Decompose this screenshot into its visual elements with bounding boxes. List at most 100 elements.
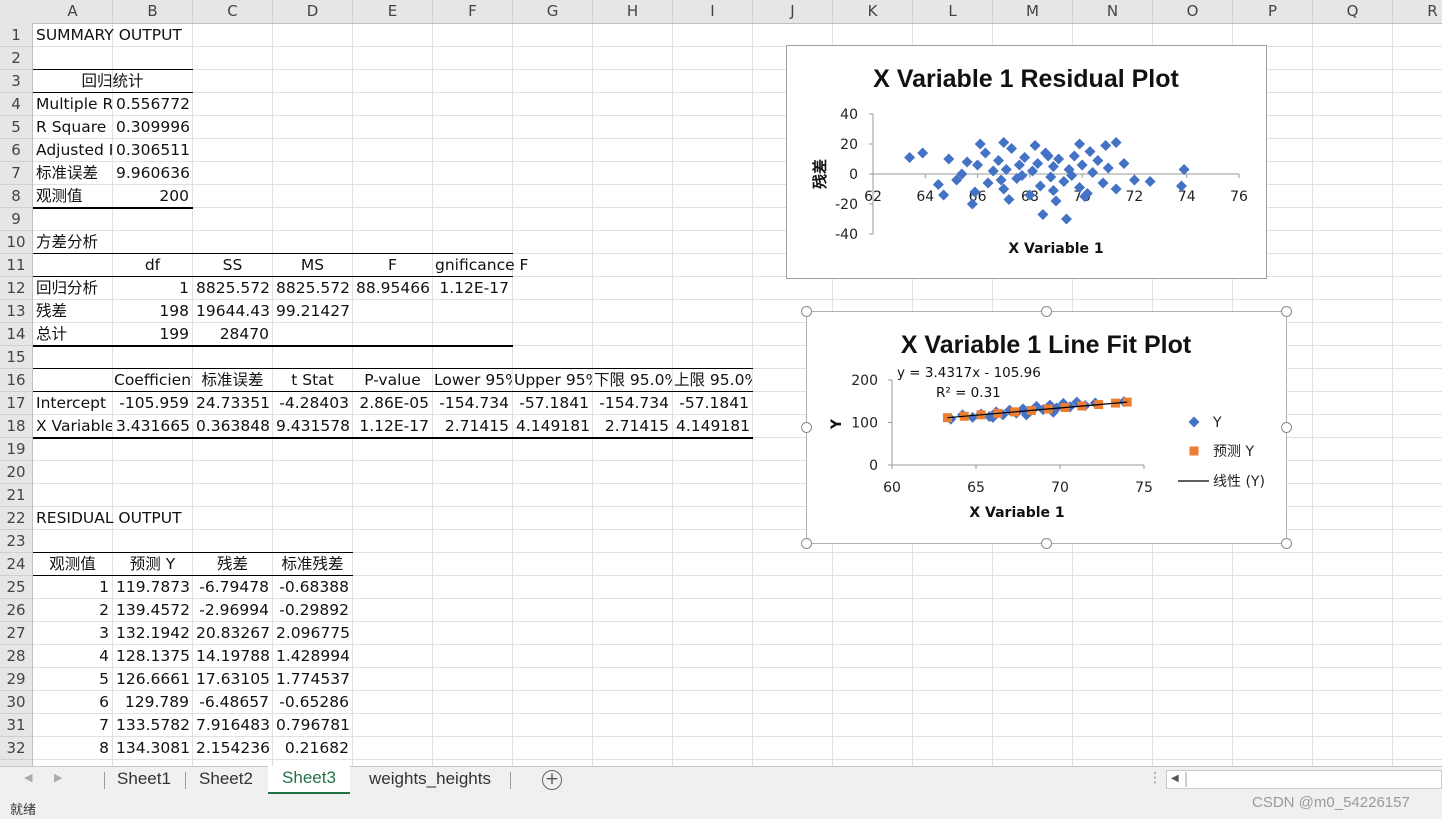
residual-value-cell[interactable]: -6.79478 bbox=[193, 576, 272, 599]
residual-value-cell[interactable]: 2.154236 bbox=[193, 737, 272, 760]
residual-value-cell[interactable]: 8 bbox=[33, 737, 112, 760]
residual-value-cell[interactable]: 6 bbox=[33, 691, 112, 714]
coefficient-header-cell[interactable]: 标准误差 bbox=[193, 369, 272, 392]
residual-value-cell[interactable]: -2.96994 bbox=[193, 599, 272, 622]
residual-value-cell[interactable]: 7 bbox=[33, 714, 112, 737]
tab-sheet3[interactable]: Sheet3 bbox=[268, 766, 350, 794]
residual-value-cell[interactable]: 14.19788 bbox=[193, 645, 272, 668]
resize-handle-top-middle[interactable] bbox=[1041, 306, 1052, 317]
coefficient-header-cell[interactable]: Coefficients bbox=[113, 369, 192, 392]
regression-stat-label[interactable]: Multiple R bbox=[33, 93, 112, 116]
anova-value-cell[interactable]: 8825.572 bbox=[193, 277, 272, 300]
residual-plot-chart[interactable]: X Variable 1 Residual Plot 40 20 0 -20 -40 62 6… bbox=[786, 45, 1267, 279]
residual-value-cell[interactable]: -6.48657 bbox=[193, 691, 272, 714]
row-header-27[interactable]: 27 bbox=[0, 622, 32, 645]
column-header-d[interactable]: D bbox=[273, 0, 353, 23]
coefficient-value-cell[interactable]: -154.734 bbox=[593, 392, 672, 415]
anova-header-cell[interactable]: SS bbox=[193, 254, 272, 277]
line-fit-plot-chart[interactable]: X Variable 1 Line Fit Plot 200 100 0 60 65 70 7… bbox=[806, 311, 1287, 544]
column-header-f[interactable]: F bbox=[433, 0, 513, 23]
tab-sheet2[interactable]: Sheet2 bbox=[187, 767, 265, 794]
row-header-29[interactable]: 29 bbox=[0, 668, 32, 691]
anova-value-cell[interactable]: 88.95466 bbox=[353, 277, 432, 300]
residual-value-cell[interactable]: 20.83267 bbox=[193, 622, 272, 645]
row-header-24[interactable]: 24 bbox=[0, 553, 32, 576]
row-header-7[interactable]: 7 bbox=[0, 162, 32, 185]
scroll-tabs-right-icon[interactable]: ▶ bbox=[54, 771, 62, 784]
residual-value-cell[interactable]: 128.1375 bbox=[113, 645, 192, 668]
column-header-m[interactable]: M bbox=[993, 0, 1073, 23]
coefficient-row-label[interactable]: X Variable 1 bbox=[33, 415, 112, 438]
tab-weights-heights[interactable]: weights_heights bbox=[352, 767, 508, 794]
residual-value-cell[interactable]: -0.65286 bbox=[273, 691, 352, 714]
resize-handle-middle-right[interactable] bbox=[1281, 422, 1292, 433]
coefficient-value-cell[interactable]: 4.149181 bbox=[673, 415, 752, 438]
column-header-r[interactable]: R bbox=[1393, 0, 1442, 23]
residual-header-cell[interactable]: 观测值 bbox=[33, 553, 112, 576]
column-header-o[interactable]: O bbox=[1153, 0, 1233, 23]
regression-stats-header-cell[interactable]: 回归统计 bbox=[33, 70, 192, 93]
summary-title-cell[interactable]: SUMMARY OUTPUT bbox=[33, 24, 272, 47]
regression-stat-label[interactable]: 观测值 bbox=[33, 185, 112, 208]
residual-value-cell[interactable]: 1.428994 bbox=[273, 645, 352, 668]
anova-header-cell[interactable]: gnificance F bbox=[433, 254, 528, 277]
row-header-13[interactable]: 13 bbox=[0, 300, 32, 323]
coefficient-header-cell[interactable]: P-value bbox=[353, 369, 432, 392]
regression-stat-label[interactable]: Adjusted R bbox=[33, 139, 112, 162]
row-header-32[interactable]: 32 bbox=[0, 737, 32, 760]
residual-value-cell[interactable]: 1 bbox=[33, 576, 112, 599]
column-header-n[interactable]: N bbox=[1073, 0, 1153, 23]
residual-value-cell[interactable]: 0.796781 bbox=[273, 714, 352, 737]
coefficient-value-cell[interactable]: -105.959 bbox=[113, 392, 192, 415]
column-header-h[interactable]: H bbox=[593, 0, 673, 23]
regression-stat-value[interactable]: 0.306511 bbox=[113, 139, 192, 162]
anova-row-label[interactable]: 残差 bbox=[33, 300, 112, 323]
column-header-i[interactable]: I bbox=[673, 0, 753, 23]
residual-value-cell[interactable]: 0.21682 bbox=[273, 737, 352, 760]
coefficient-row-label[interactable]: Intercept bbox=[33, 392, 112, 415]
anova-value-cell[interactable]: 1.12E-17 bbox=[433, 277, 512, 300]
residual-header-cell[interactable]: 标准残差 bbox=[273, 553, 352, 576]
row-header-26[interactable]: 26 bbox=[0, 599, 32, 622]
coefficient-header-cell[interactable]: t Stat bbox=[273, 369, 352, 392]
residual-value-cell[interactable]: 129.789 bbox=[113, 691, 192, 714]
anova-value-cell[interactable]: 198 bbox=[113, 300, 192, 323]
coefficient-value-cell[interactable]: 2.86E-05 bbox=[353, 392, 432, 415]
column-header-e[interactable]: E bbox=[353, 0, 433, 23]
row-header-20[interactable]: 20 bbox=[0, 461, 32, 484]
row-header-19[interactable]: 19 bbox=[0, 438, 32, 461]
coefficient-value-cell[interactable]: -57.1841 bbox=[513, 392, 592, 415]
anova-value-cell[interactable]: 8825.572 bbox=[273, 277, 352, 300]
row-header-6[interactable]: 6 bbox=[0, 139, 32, 162]
column-header-a[interactable]: A bbox=[33, 0, 113, 23]
coefficient-value-cell[interactable]: 9.431578 bbox=[273, 415, 352, 438]
tab-sheet1[interactable]: Sheet1 bbox=[106, 767, 182, 794]
row-header-1[interactable]: 1 bbox=[0, 24, 32, 47]
resize-handle-top-right[interactable] bbox=[1281, 306, 1292, 317]
residual-header-cell[interactable]: 预测 Y bbox=[113, 553, 192, 576]
regression-stat-value[interactable]: 9.960636 bbox=[113, 162, 192, 185]
row-header-3[interactable]: 3 bbox=[0, 70, 32, 93]
row-header-10[interactable]: 10 bbox=[0, 231, 32, 254]
column-header-p[interactable]: P bbox=[1233, 0, 1313, 23]
row-header-17[interactable]: 17 bbox=[0, 392, 32, 415]
horizontal-scrollbar[interactable]: ◀ bbox=[1166, 770, 1442, 789]
anova-value-cell[interactable]: 1 bbox=[113, 277, 192, 300]
anova-row-label[interactable]: 总计 bbox=[33, 323, 112, 346]
coefficient-value-cell[interactable]: 4.149181 bbox=[513, 415, 592, 438]
resize-handle-top-left[interactable] bbox=[801, 306, 812, 317]
row-header-21[interactable]: 21 bbox=[0, 484, 32, 507]
anova-header-cell[interactable]: F bbox=[353, 254, 432, 277]
row-header-18[interactable]: 18 bbox=[0, 415, 32, 438]
coefficient-value-cell[interactable]: 2.71415 bbox=[593, 415, 672, 438]
row-header-2[interactable]: 2 bbox=[0, 47, 32, 70]
regression-stat-label[interactable]: R Square bbox=[33, 116, 112, 139]
scroll-tabs-left-icon[interactable]: ◀ bbox=[24, 771, 32, 784]
regression-stat-value[interactable]: 200 bbox=[113, 185, 192, 208]
column-header-l[interactable]: L bbox=[913, 0, 993, 23]
column-header-j[interactable]: J bbox=[753, 0, 833, 23]
row-header-23[interactable]: 23 bbox=[0, 530, 32, 553]
coefficient-value-cell[interactable]: 24.73351 bbox=[193, 392, 272, 415]
coefficient-value-cell[interactable]: 3.431665 bbox=[113, 415, 192, 438]
row-header-15[interactable]: 15 bbox=[0, 346, 32, 369]
